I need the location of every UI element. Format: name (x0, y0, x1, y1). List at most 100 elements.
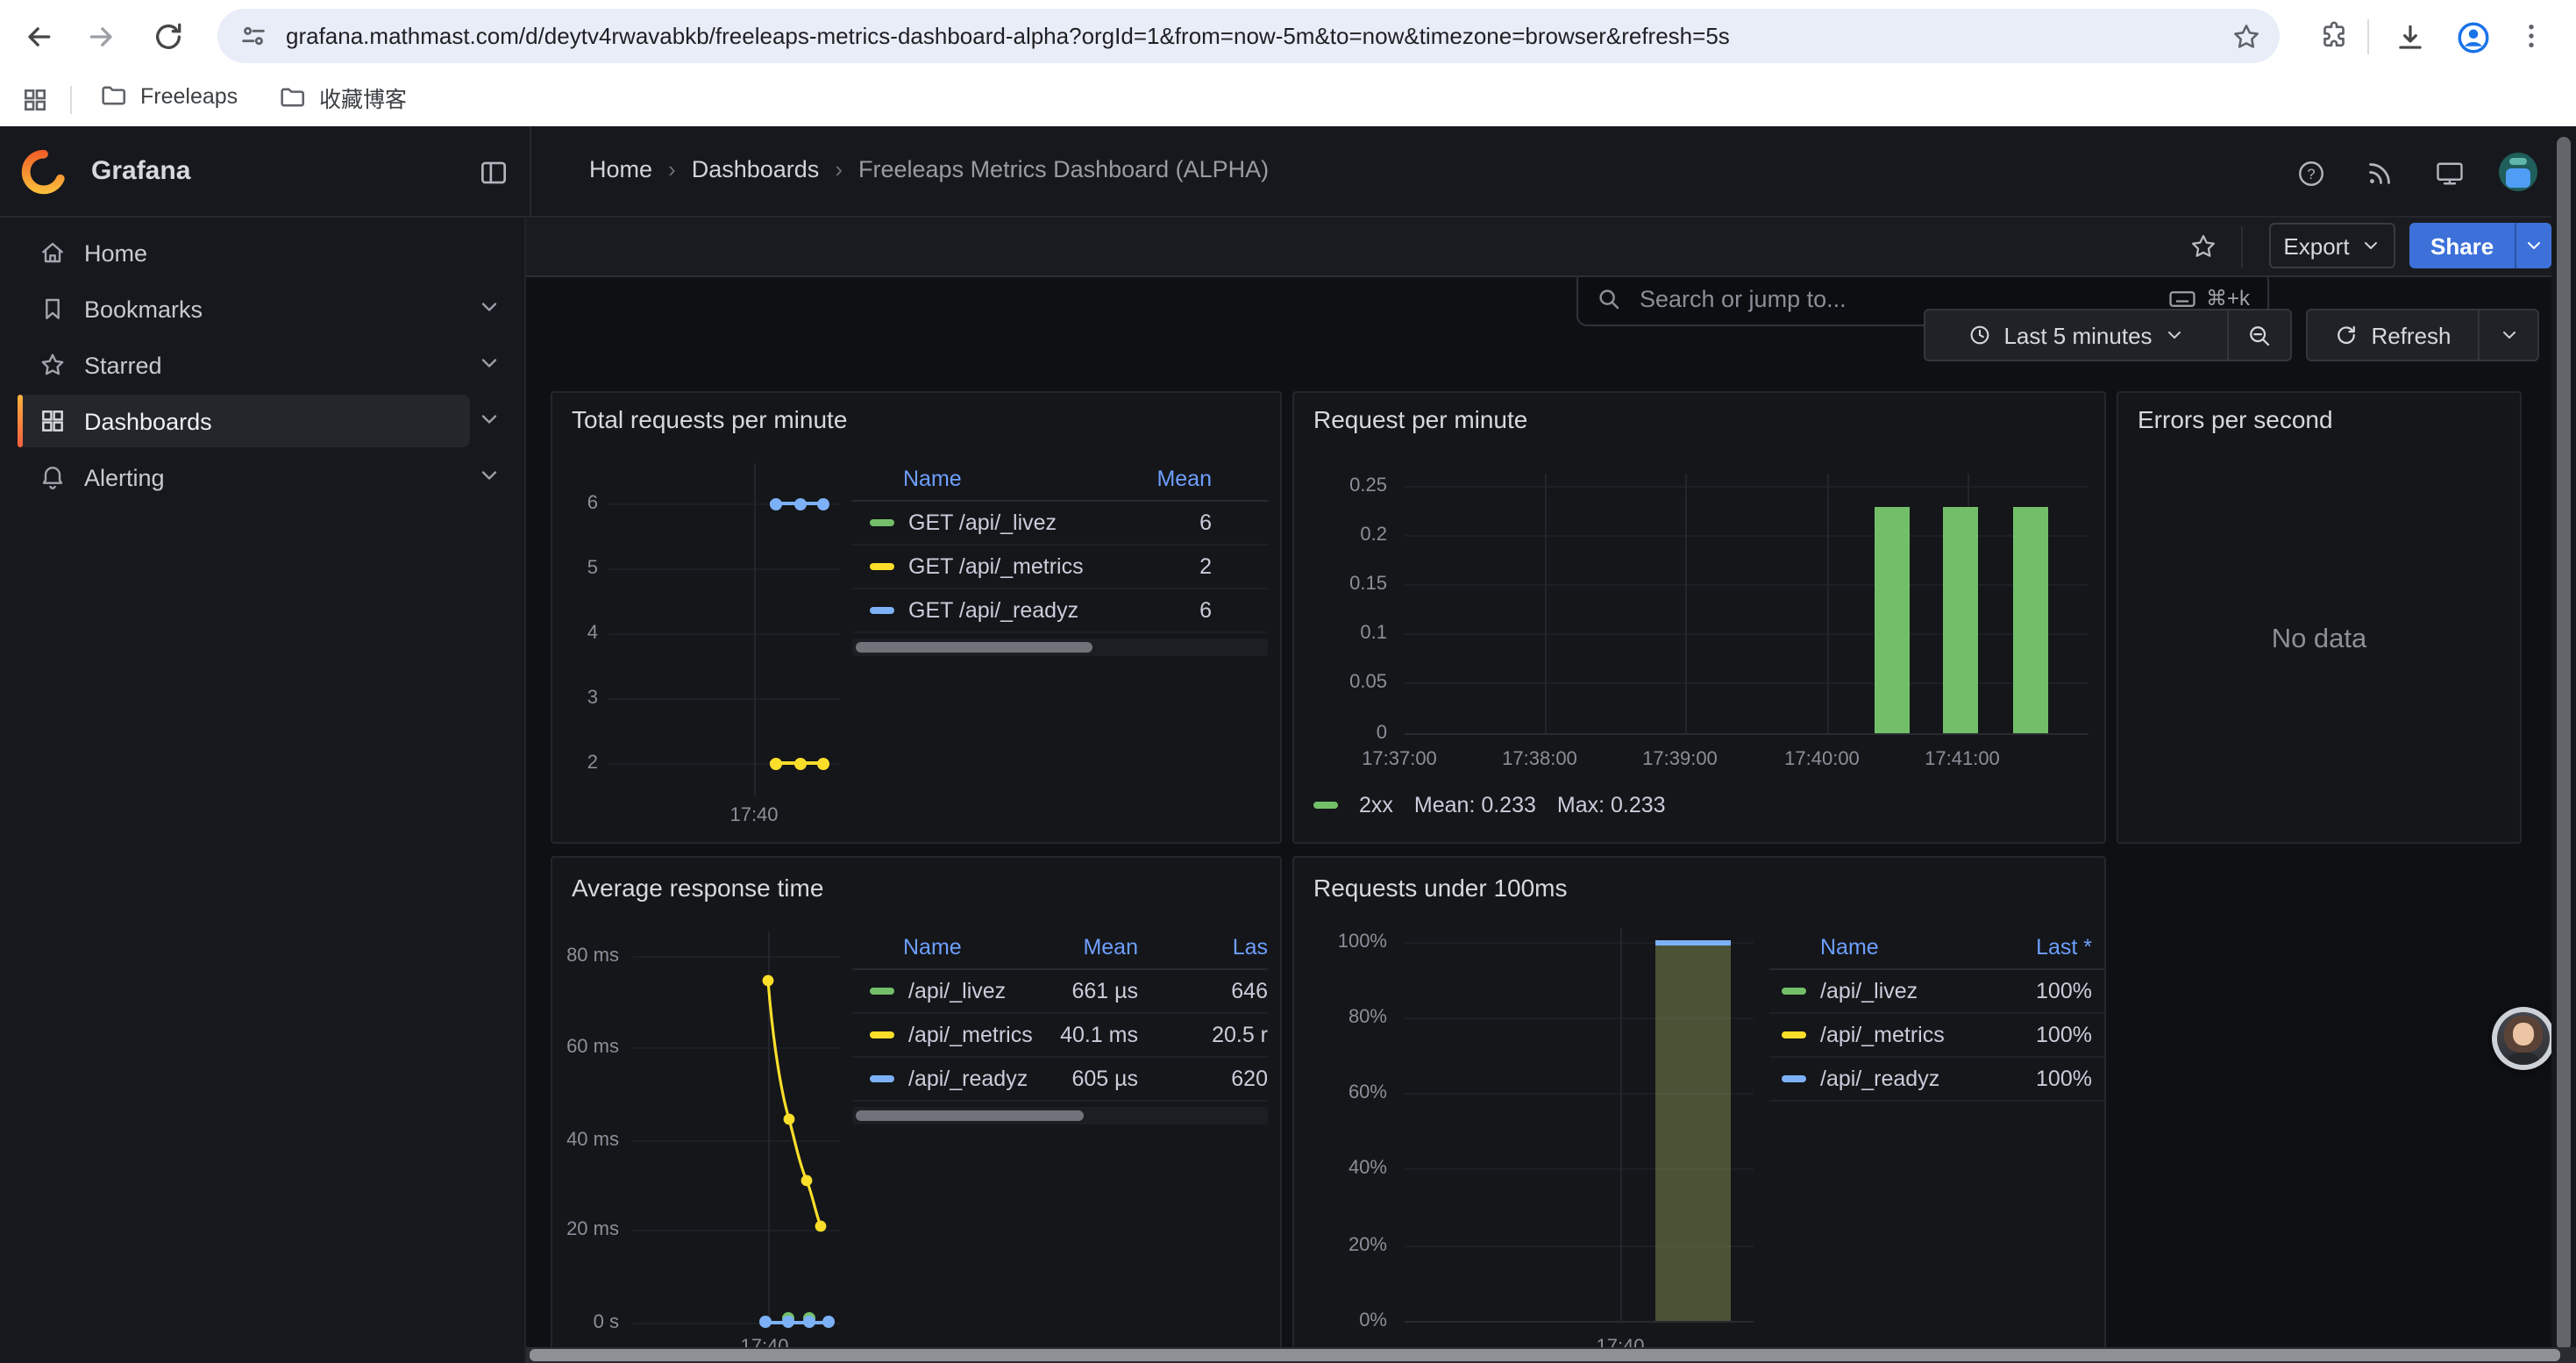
floating-assistant-avatar[interactable] (2492, 1007, 2555, 1070)
share-menu-button[interactable] (2516, 223, 2551, 268)
header-divider (530, 126, 531, 218)
profile-icon[interactable] (2455, 19, 2492, 56)
share-button[interactable]: Share (2409, 223, 2515, 268)
legend-hscrollbar-thumb[interactable] (856, 1110, 1084, 1121)
sidebar-item-label: Alerting (84, 464, 165, 490)
bookmark-folder-label: Freeleaps (140, 83, 238, 108)
bookmark-folder-blogs[interactable]: 收藏博客 (277, 81, 407, 114)
extensions-icon[interactable] (2318, 21, 2350, 53)
legend-col-last[interactable]: Las (1138, 935, 1268, 960)
legend-series-name[interactable]: /api/_livez (1820, 979, 1994, 1003)
horizontal-scrollbar[interactable] (526, 1347, 2576, 1363)
home-icon (39, 239, 67, 267)
clock-icon (1967, 323, 1991, 347)
legend-col-mean[interactable]: Mean (1114, 467, 1212, 491)
legend-col-name[interactable]: Name (903, 935, 1040, 960)
url-text[interactable]: grafana.mathmast.com/d/deytv4rwavabkb/fr… (286, 23, 2213, 49)
breadcrumb-current: Freeleaps Metrics Dashboard (ALPHA) (858, 156, 1269, 182)
legend-series-name[interactable]: /api/_metrics (908, 1023, 1040, 1047)
refresh-button[interactable]: Refresh (2306, 309, 2480, 361)
legend-hscrollbar[interactable] (852, 639, 1268, 656)
panel-total-requests-per-minute: Total requests per minute 6 5 4 3 2 17:4… (551, 391, 1282, 844)
news-rss-icon[interactable] (2364, 158, 2395, 189)
time-range-picker[interactable]: Last 5 minutes (1924, 309, 2229, 361)
panel-title[interactable]: Errors per second (2138, 405, 2333, 433)
avatar-face (2513, 1023, 2534, 1045)
monitor-icon[interactable] (2434, 158, 2466, 189)
legend-hscrollbar[interactable] (852, 1107, 1268, 1124)
refresh-interval-button[interactable] (2480, 309, 2539, 361)
legend-col-mean[interactable]: Mean (1040, 935, 1138, 960)
apps-grid-icon[interactable] (21, 86, 49, 114)
bookmark-star-icon[interactable] (2231, 20, 2262, 52)
search-icon (1596, 285, 1622, 311)
export-button[interactable]: Export (2269, 223, 2395, 268)
legend-col-name[interactable]: Name (1820, 935, 1994, 960)
sidebar-item-label: Home (84, 239, 147, 266)
legend-series-name[interactable]: GET /api/_livez (908, 510, 1114, 535)
help-icon[interactable]: ? (2295, 158, 2327, 189)
panel-requests-under-100ms: Requests under 100ms 100% 80% 60% 40% 20… (1292, 856, 2106, 1363)
chevron-down-icon (2360, 235, 2381, 256)
folder-icon (277, 82, 307, 112)
forward-icon[interactable] (84, 19, 119, 54)
user-avatar[interactable] (2499, 153, 2537, 191)
chevron-down-icon (2498, 325, 2519, 346)
legend-series-name[interactable]: /api/_livez (908, 979, 1040, 1003)
grafana-logo[interactable] (21, 149, 67, 195)
panel-title[interactable]: Requests under 100ms (1313, 874, 1568, 902)
url-bar[interactable]: grafana.mathmast.com/d/deytv4rwavabkb/fr… (217, 9, 2280, 63)
browser-menu-icon[interactable] (2515, 19, 2548, 53)
legend-series-name[interactable]: GET /api/_metrics (908, 554, 1114, 579)
legend-col-name[interactable]: Name (903, 467, 1114, 491)
series-swatch (870, 607, 894, 615)
back-icon[interactable] (21, 19, 56, 54)
active-indicator (18, 395, 23, 447)
horizontal-scrollbar-thumb[interactable] (530, 1349, 2560, 1361)
breadcrumb-separator: › (835, 156, 843, 182)
chevron-down-icon[interactable] (477, 351, 502, 375)
reload-icon[interactable] (151, 19, 186, 54)
breadcrumb-dashboards[interactable]: Dashboards (692, 156, 820, 182)
zoom-out-button[interactable] (2229, 309, 2292, 361)
sidebar-item-alerting[interactable]: Alerting (18, 451, 470, 503)
panel-title[interactable]: Average response time (572, 874, 823, 902)
toolbar-divider (2367, 19, 2369, 54)
vertical-scrollbar[interactable] (2551, 126, 2576, 1363)
chevron-down-icon[interactable] (477, 407, 502, 432)
zoom-out-icon (2246, 322, 2273, 348)
breadcrumb-home[interactable]: Home (589, 156, 652, 182)
series-swatch (1782, 1075, 1806, 1083)
legend-hscrollbar-thumb[interactable] (856, 642, 1092, 653)
bookmark-folder-freeleaps[interactable]: Freeleaps (98, 81, 238, 111)
series-readyz-cap (1655, 940, 1731, 946)
panel-title[interactable]: Request per minute (1313, 405, 1527, 433)
legend-series-name[interactable]: /api/_metrics (1820, 1023, 1994, 1047)
sidebar-item-bookmarks[interactable]: Bookmarks (18, 282, 470, 335)
legend-series-name[interactable]: /api/_readyz (1820, 1067, 1994, 1091)
panel-title[interactable]: Total requests per minute (572, 405, 847, 433)
legend-max: Max: 0.233 (1557, 793, 1666, 817)
legend-series-name[interactable]: GET /api/_readyz (908, 598, 1114, 623)
series-swatch (870, 1075, 894, 1083)
chevron-down-icon[interactable] (477, 295, 502, 319)
chevron-down-icon[interactable] (477, 463, 502, 488)
bookmarks-divider (70, 86, 72, 114)
sidebar-item-dashboards[interactable]: Dashboards (18, 395, 470, 447)
vertical-scrollbar-thumb[interactable] (2557, 137, 2571, 1351)
series-swatch (1782, 988, 1806, 995)
sidebar-nav: Home Bookmarks Starred Dashboards Alerti… (0, 218, 526, 1363)
favorite-star-icon[interactable] (2188, 232, 2218, 261)
legend-col-last[interactable]: Last * (1994, 935, 2092, 960)
dock-menu-icon[interactable] (477, 156, 510, 189)
download-icon[interactable] (2394, 21, 2427, 54)
subheader-divider (2241, 226, 2243, 268)
chevron-down-icon (2523, 235, 2544, 256)
legend-last-value: 100% (1994, 979, 2092, 1003)
sidebar-item-home[interactable]: Home (18, 226, 470, 279)
legend-series-name[interactable]: 2xx (1359, 793, 1393, 817)
site-settings-icon[interactable] (238, 21, 268, 51)
legend-series-name[interactable]: /api/_readyz (908, 1067, 1040, 1091)
series-swatch (870, 988, 894, 995)
sidebar-item-starred[interactable]: Starred (18, 339, 470, 391)
